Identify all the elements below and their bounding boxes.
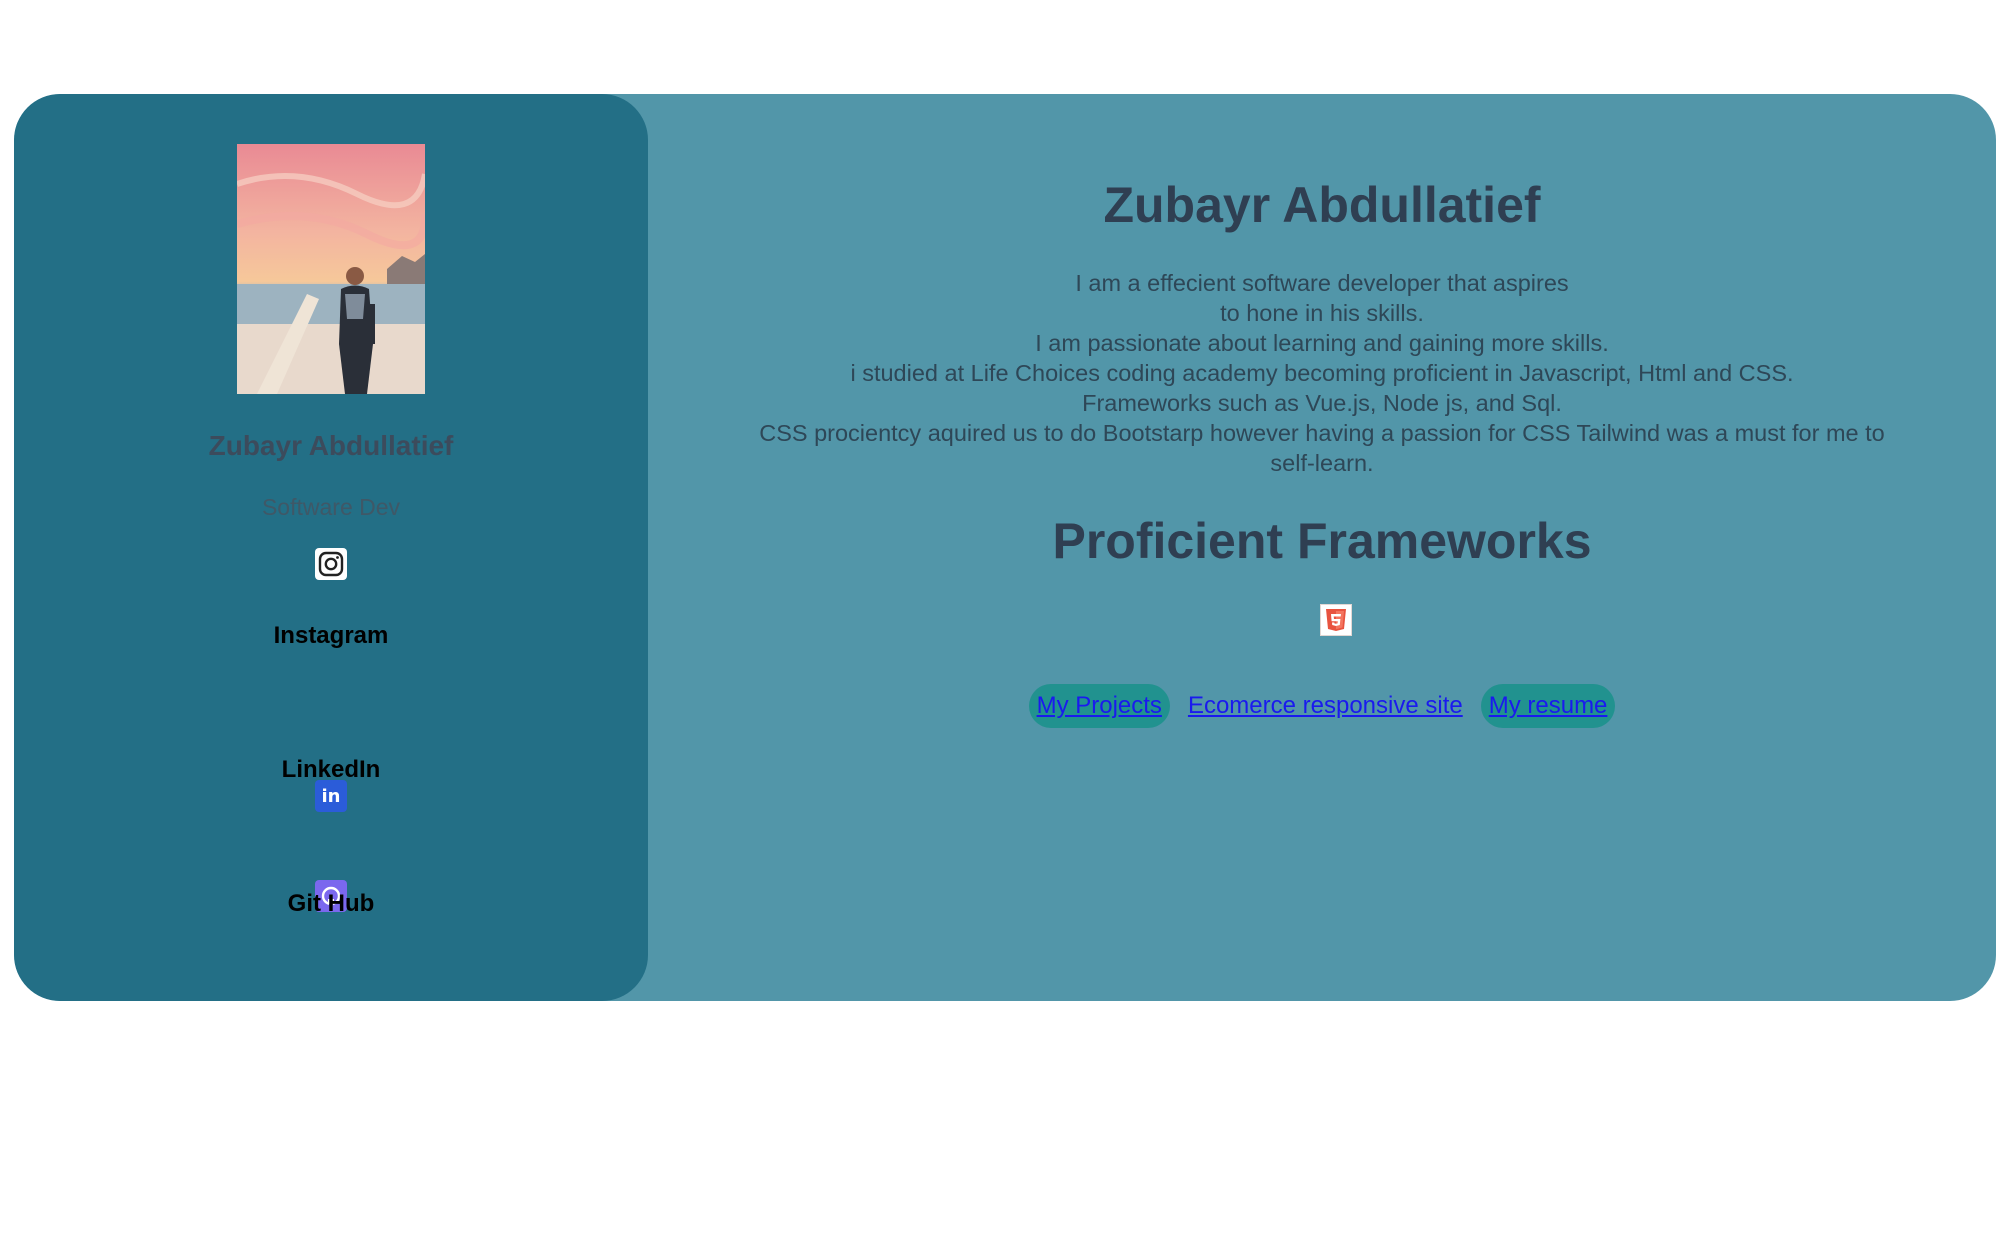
profile-card: Zubayr Abdullatief Software Dev Instagra…	[14, 94, 1996, 1001]
bio-line: I am a effecient software developer that…	[1075, 270, 1569, 296]
bio-line: I am passionate about learning and gaini…	[1035, 330, 1609, 356]
my-resume-link[interactable]: My resume	[1480, 684, 1616, 728]
linkedin-icon[interactable]: in	[315, 780, 347, 812]
social-label-instagram[interactable]: Instagram	[14, 622, 648, 650]
sidebar-name: Zubayr Abdullatief	[208, 430, 454, 461]
bio-line: to hone in his skills.	[1220, 300, 1424, 326]
profile-photo	[237, 144, 425, 394]
instagram-icon[interactable]	[315, 548, 347, 580]
sidebar-role: Software Dev	[261, 494, 401, 520]
bio-line: Frameworks such as Vue.js, Node js, and …	[1082, 390, 1562, 416]
social-label-github[interactable]: Git Hub	[14, 890, 648, 918]
my-projects-link[interactable]: My Projects	[1028, 684, 1170, 728]
bio-text: I am a effecient software developer that…	[688, 268, 1956, 478]
bio-line: i studied at Life Choices coding academy…	[850, 360, 1794, 386]
social-label-linkedin[interactable]: LinkedIn	[14, 756, 648, 784]
bio-line: CSS procientcy aquired us to do Bootstar…	[759, 420, 1885, 446]
bio-line: self-learn.	[1270, 450, 1374, 476]
sidebar: Zubayr Abdullatief Software Dev Instagra…	[14, 94, 648, 1001]
links-row: My Projects Ecomerce responsive site My …	[648, 684, 1996, 728]
main-title: Zubayr Abdullatief	[1103, 177, 1541, 233]
frameworks-title: Proficient Frameworks	[1052, 513, 1592, 569]
html5-icon	[1320, 604, 1352, 636]
main-content: Zubayr Abdullatief I am a effecient soft…	[648, 94, 1996, 1001]
ecommerce-site-link[interactable]: Ecomerce responsive site	[1180, 684, 1471, 728]
